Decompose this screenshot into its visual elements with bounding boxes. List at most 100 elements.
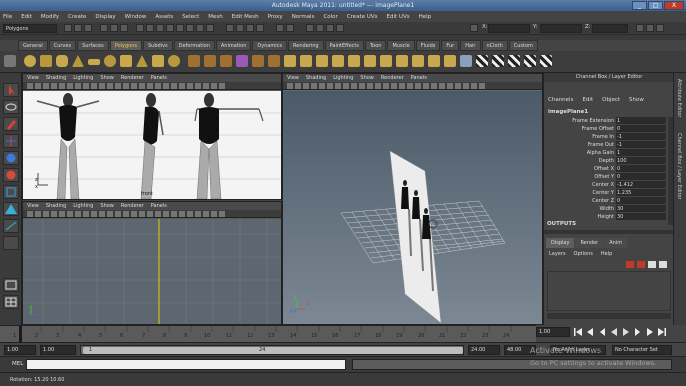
menu-window[interactable]: Window bbox=[125, 14, 147, 20]
playback-end-field[interactable]: 24.00 bbox=[468, 345, 500, 355]
side-tab-attribute-editor[interactable]: Attribute Editor bbox=[676, 79, 682, 117]
perspective-viewport[interactable]: View Shading Lighting Show Renderer Pane… bbox=[282, 73, 543, 325]
poly-normals-icon[interactable] bbox=[460, 55, 472, 67]
mask-icon[interactable] bbox=[206, 24, 214, 32]
snap-curve-icon[interactable] bbox=[236, 24, 244, 32]
input-line-icon[interactable] bbox=[470, 24, 478, 32]
attr-value[interactable]: 1 bbox=[616, 117, 666, 124]
select-tool-icon[interactable] bbox=[3, 83, 19, 97]
menu-display[interactable]: Display bbox=[95, 14, 115, 20]
y-field[interactable] bbox=[540, 24, 582, 33]
shelf-menu-icon[interactable] bbox=[4, 55, 16, 67]
persp-view-menu[interactable]: View bbox=[287, 74, 299, 82]
shelf-tab-toon[interactable]: Toon bbox=[364, 40, 387, 51]
open-scene-icon[interactable] bbox=[74, 24, 82, 32]
uv-cylindrical-icon[interactable] bbox=[508, 55, 520, 67]
front-shading-menu[interactable]: Shading bbox=[46, 74, 66, 82]
side-shading-menu[interactable]: Shading bbox=[46, 202, 66, 210]
shelf-tab-fluids[interactable]: Fluids bbox=[415, 40, 441, 51]
shelf-tab-fur[interactable]: Fur bbox=[441, 40, 460, 51]
side-renderer-menu[interactable]: Renderer bbox=[121, 202, 144, 210]
current-frame-field[interactable]: 1.00 bbox=[536, 327, 570, 337]
toggle-attribute-editor-icon[interactable] bbox=[636, 24, 644, 32]
layer-tab-render[interactable]: Render bbox=[575, 238, 604, 248]
select-component-icon[interactable] bbox=[120, 24, 128, 32]
edit-menu[interactable]: Edit bbox=[582, 97, 593, 103]
empty-layer-icon[interactable] bbox=[659, 261, 667, 268]
toggle-channel-box-icon[interactable] bbox=[656, 24, 664, 32]
poly-extrude-icon[interactable] bbox=[316, 55, 328, 67]
uv-planar-icon[interactable] bbox=[492, 55, 504, 67]
ipr-render-icon[interactable] bbox=[316, 24, 324, 32]
new-scene-icon[interactable] bbox=[64, 24, 72, 32]
layers-menu[interactable]: Layers bbox=[549, 251, 566, 257]
go-to-end-icon[interactable] bbox=[658, 327, 666, 337]
attr-value[interactable]: 30 bbox=[616, 205, 666, 212]
menu-mesh[interactable]: Mesh bbox=[208, 14, 222, 20]
attr-value[interactable]: 0 bbox=[616, 165, 666, 172]
show-manipulator-icon[interactable] bbox=[3, 219, 19, 233]
snap-point-icon[interactable] bbox=[246, 24, 254, 32]
layer-scrollbar[interactable] bbox=[547, 313, 671, 319]
last-tool-icon[interactable] bbox=[3, 236, 19, 250]
shelf-tab-ncloth[interactable]: nCloth bbox=[481, 40, 508, 51]
four-pane-layout-icon[interactable] bbox=[3, 295, 19, 309]
attr-value[interactable]: -1 bbox=[616, 133, 666, 140]
step-forward-frame-icon[interactable] bbox=[634, 327, 642, 337]
side-tab-channel-box[interactable]: Channel Box / Layer Editor bbox=[676, 133, 682, 200]
z-field[interactable] bbox=[592, 24, 628, 33]
poly-quadrangulate-icon[interactable] bbox=[300, 55, 312, 67]
persp-show-menu[interactable]: Show bbox=[360, 74, 374, 82]
menu-help[interactable]: Help bbox=[419, 14, 432, 20]
pick-mask-icon[interactable] bbox=[136, 24, 144, 32]
shelf-tab-muscle[interactable]: Muscle bbox=[387, 40, 415, 51]
layer-tab-anim[interactable]: Anim bbox=[604, 238, 628, 248]
menu-create-uvs[interactable]: Create UVs bbox=[347, 14, 378, 20]
scale-tool-icon[interactable] bbox=[3, 168, 19, 182]
poly-append-icon[interactable] bbox=[348, 55, 360, 67]
poly-fill-hole-icon[interactable] bbox=[268, 55, 280, 67]
poly-cylinder-icon[interactable] bbox=[56, 55, 68, 67]
front-view-menu[interactable]: View bbox=[27, 74, 39, 82]
mask-icon[interactable] bbox=[166, 24, 174, 32]
menu-normals[interactable]: Normals bbox=[292, 14, 315, 20]
single-pane-layout-icon[interactable] bbox=[3, 278, 19, 292]
mask-icon[interactable] bbox=[146, 24, 154, 32]
side-view-menu[interactable]: View bbox=[27, 202, 39, 210]
poly-prism-icon[interactable] bbox=[120, 55, 132, 67]
playback-start-field[interactable]: 1.00 bbox=[40, 345, 76, 355]
shelf-tab-rendering[interactable]: Rendering bbox=[288, 40, 324, 51]
splitter[interactable] bbox=[544, 230, 674, 234]
step-back-frame-icon[interactable] bbox=[598, 327, 606, 337]
poly-bridge-icon[interactable] bbox=[332, 55, 344, 67]
front-renderer-menu[interactable]: Renderer bbox=[121, 74, 144, 82]
channels-menu[interactable]: Channels bbox=[548, 97, 573, 103]
attr-value[interactable]: 0 bbox=[616, 173, 666, 180]
poly-combine-icon[interactable] bbox=[188, 55, 200, 67]
minimize-button[interactable]: _ bbox=[632, 1, 647, 10]
menu-edit-uvs[interactable]: Edit UVs bbox=[387, 14, 410, 20]
object-menu[interactable]: Object bbox=[602, 97, 620, 103]
shelf-tab-dynamics[interactable]: Dynamics bbox=[252, 40, 288, 51]
poly-cone-icon[interactable] bbox=[72, 55, 84, 67]
poly-mirror-icon[interactable] bbox=[252, 55, 264, 67]
select-object-icon[interactable] bbox=[110, 24, 118, 32]
mask-icon[interactable] bbox=[186, 24, 194, 32]
range-slider-handle[interactable] bbox=[83, 347, 463, 354]
mask-icon[interactable] bbox=[196, 24, 204, 32]
history-icon[interactable] bbox=[276, 24, 284, 32]
front-lighting-menu[interactable]: Lighting bbox=[73, 74, 93, 82]
toggle-tool-settings-icon[interactable] bbox=[646, 24, 654, 32]
side-viewport[interactable]: View Shading Lighting Show Renderer Pane… bbox=[22, 201, 282, 325]
go-to-start-icon[interactable] bbox=[574, 327, 582, 337]
attr-value[interactable]: 100 bbox=[616, 157, 666, 164]
uv-spherical-icon[interactable] bbox=[524, 55, 536, 67]
character-set-dropdown[interactable]: No Character Set bbox=[612, 345, 672, 355]
play-forward-icon[interactable] bbox=[622, 327, 630, 337]
mask-icon[interactable] bbox=[156, 24, 164, 32]
shelf-tab-deformation[interactable]: Deformation bbox=[173, 40, 215, 51]
persp-renderer-menu[interactable]: Renderer bbox=[381, 74, 404, 82]
help-menu[interactable]: Help bbox=[601, 251, 612, 257]
poly-bevel-icon[interactable] bbox=[412, 55, 424, 67]
poly-boolean-icon[interactable] bbox=[236, 55, 248, 67]
